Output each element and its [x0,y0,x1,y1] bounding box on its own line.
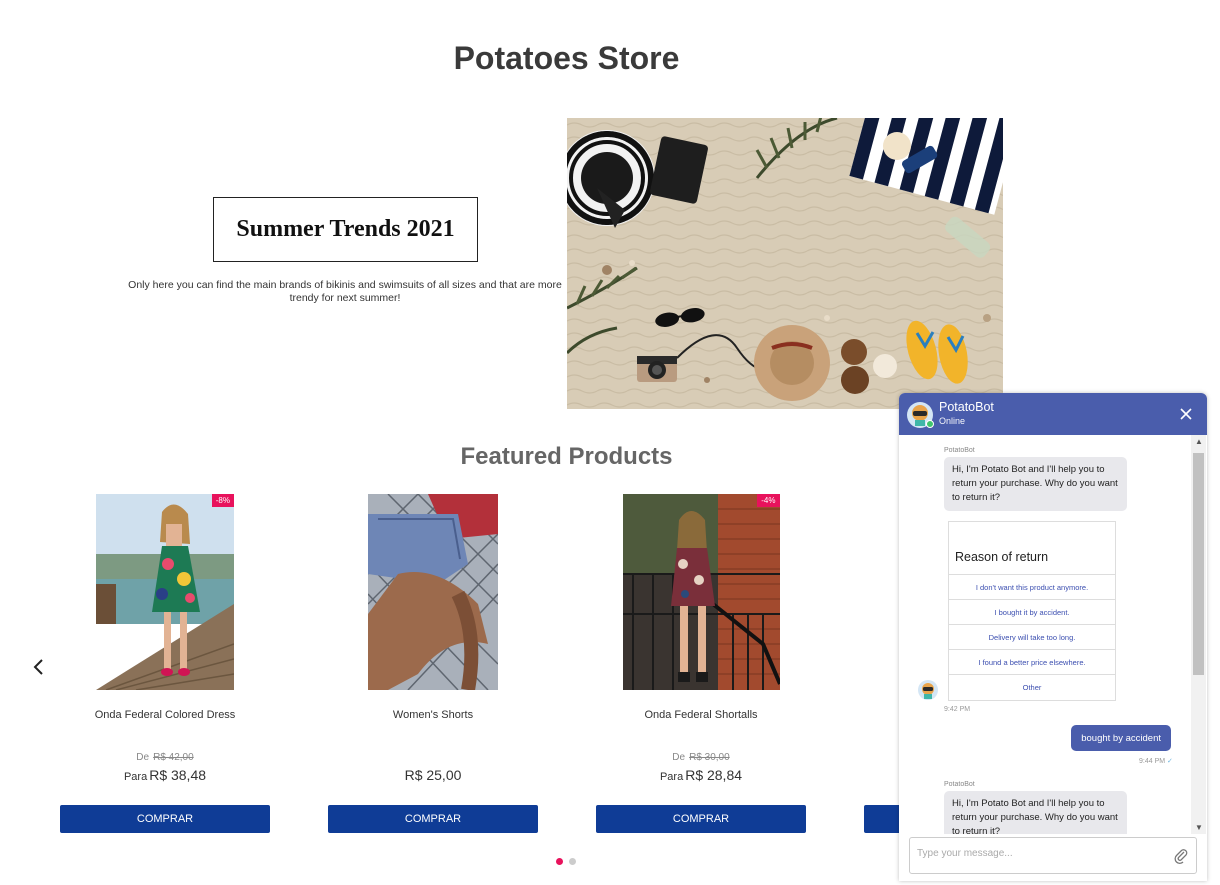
chat-status: Online [939,416,966,426]
page: Potatoes Store Summer Trends 2021 Only h… [0,0,1220,885]
bot-message: Hi, I'm Potato Bot and I'll help you to … [944,457,1127,511]
user-message: bought by accident [1071,725,1171,751]
summer-trends-heading: Summer Trends 2021 [213,197,478,262]
reason-card: Reason of return I don't want this produ… [948,521,1116,701]
old-price: De R$ 30,00 [596,752,806,763]
paperclip-icon [1174,849,1188,864]
carousel-dot[interactable] [556,858,563,865]
current-price: Para R$ 38,48 [60,767,270,783]
attach-button[interactable] [1174,848,1188,864]
chat-header: PotatoBot Online [899,393,1207,435]
message-time: 9:44 PM ✓ [1139,757,1173,765]
reason-option[interactable]: I bought it by accident. [949,600,1115,625]
scrollbar-thumb[interactable] [1193,453,1204,675]
old-price-value: R$ 30,00 [689,752,730,763]
carousel-dots [556,858,576,865]
chat-scrollbar[interactable]: ▲ ▼ [1191,435,1206,834]
old-price-value: R$ 42,00 [153,752,194,763]
old-price: De R$ 42,00 [60,752,270,763]
online-indicator [926,420,934,428]
old-price-prefix: De [672,752,686,763]
scroll-down-icon[interactable]: ▼ [1195,823,1203,832]
product-image[interactable]: -8% [96,494,234,690]
message-time: 9:42 PM [944,706,971,713]
discount-badge: -4% [757,494,780,507]
carousel-prev-button[interactable] [30,656,48,678]
price-prefix: Para [123,771,148,783]
scroll-up-icon[interactable]: ▲ [1195,437,1203,446]
chat-close-button[interactable] [1179,407,1193,421]
product-card: -4% Onda Federal Shortalls De R$ 30,00 Pa… [596,494,806,833]
price-value: R$ 28,84 [685,767,743,783]
price-prefix: Para [659,771,684,783]
hero-description: Only here you can find the main brands o… [128,279,562,304]
product-name[interactable]: Women's Shorts [328,709,538,721]
buy-button[interactable]: COMPRAR [328,805,538,833]
read-check-icon: ✓ [1167,758,1173,765]
product-card: Women's Shorts R$ 25,00 COMPRAR [328,494,538,833]
reason-option[interactable]: I don't want this product anymore. [949,575,1115,600]
product-card: -8% Onda Federal Colored Dress De R$ 42,0… [60,494,270,833]
reason-option[interactable]: Other [949,675,1115,700]
chevron-left-icon [33,659,43,675]
product-name[interactable]: Onda Federal Shortalls [596,709,806,721]
reason-card-title: Reason of return [949,522,1115,575]
chat-bot-name: PotatoBot [939,400,994,414]
price-value: R$ 38,48 [149,767,207,783]
reason-option[interactable]: I found a better price elsewhere. [949,650,1115,675]
buy-button[interactable]: COMPRAR [60,805,270,833]
product-name[interactable]: Onda Federal Colored Dress [60,709,270,721]
bot-avatar [918,680,938,700]
current-price: Para R$ 28,84 [596,767,806,783]
message-sender: PotatoBot [944,447,975,454]
buy-button[interactable] [864,805,904,833]
old-price-prefix: De [136,752,150,763]
carousel-dot[interactable] [569,858,576,865]
buy-button[interactable]: COMPRAR [596,805,806,833]
chat-widget: PotatoBot Online PotatoBot Hi, I'm Potat… [899,393,1207,881]
reason-option[interactable]: Delivery will take too long. [949,625,1115,650]
product-image[interactable] [368,494,498,690]
message-time-text: 9:44 PM [1139,758,1166,765]
bot-message: Hi, I'm Potato Bot and I'll help you to … [944,791,1127,834]
store-title: Potatoes Store [453,40,680,76]
chat-message-input[interactable] [917,848,1157,859]
message-sender: PotatoBot [944,781,975,788]
close-icon [1180,408,1192,420]
current-price: R$ 25,00 [328,767,538,783]
chat-input-box [909,837,1197,874]
discount-badge: -8% [211,494,234,507]
price-value: R$ 25,00 [404,767,462,783]
product-image[interactable]: -4% [622,494,780,690]
hero-image [567,118,1003,409]
chat-messages: PotatoBot Hi, I'm Potato Bot and I'll he… [899,435,1191,834]
